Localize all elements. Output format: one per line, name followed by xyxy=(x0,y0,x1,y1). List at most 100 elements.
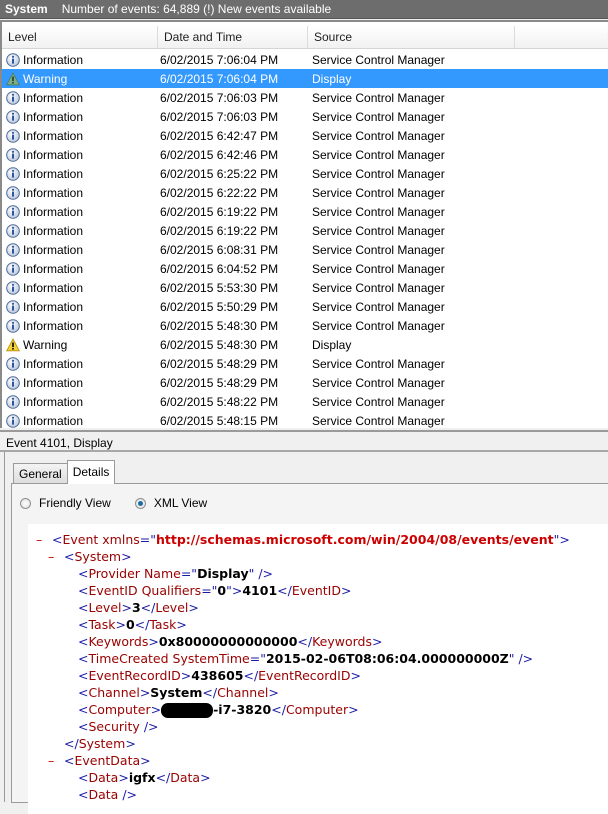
event-source-cell: Service Control Manager xyxy=(312,52,445,67)
event-level-text: Warning xyxy=(23,337,68,352)
event-level-text: Information xyxy=(23,299,84,314)
event-level-text: Information xyxy=(23,375,84,390)
event-level-text: Information xyxy=(23,147,84,162)
event-level-cell: Information xyxy=(2,243,158,257)
xml-line-keywords: <Keywords>0x80000000000000</Keywords> xyxy=(78,634,383,649)
event-level-cell: Information xyxy=(2,224,158,238)
event-level-text: Information xyxy=(23,204,84,219)
info-icon xyxy=(6,128,20,143)
radio-button-on[interactable] xyxy=(134,497,146,509)
event-row[interactable]: Information 6/02/2015 5:48:29 PM Service C… xyxy=(2,354,608,373)
event-row[interactable]: Information 6/02/2015 5:50:29 PM Service C… xyxy=(2,297,608,316)
event-datetime-cell: 6/02/2015 5:48:30 PM xyxy=(160,318,279,333)
event-level-text: Information xyxy=(23,128,84,143)
info-icon xyxy=(6,375,20,390)
event-count-status[interactable]: Number of events: 64,889 (!) New events … xyxy=(62,2,331,16)
event-datetime-cell: 6/02/2015 5:48:15 PM xyxy=(160,413,279,428)
detail-tabs: General Details xyxy=(13,460,116,484)
channel-value: System xyxy=(150,685,203,700)
event-row[interactable]: Information 6/02/2015 5:53:30 PM Service C… xyxy=(2,278,608,297)
info-icon xyxy=(6,109,20,124)
event-level-cell: Information xyxy=(2,262,158,276)
event-row[interactable]: Information 6/02/2015 6:42:47 PM Service C… xyxy=(2,126,608,145)
info-icon xyxy=(6,52,20,67)
xml-line-system-close: </System> xyxy=(64,736,136,751)
event-row[interactable]: Information 6/02/2015 6:19:22 PM Service C… xyxy=(2,202,608,221)
event-list[interactable]: Level Date and Time Source E Information… xyxy=(0,20,608,428)
xml-line-system: – <System> xyxy=(48,548,132,565)
collapse-event-toggle[interactable]: – xyxy=(36,531,42,548)
info-icon xyxy=(6,299,20,314)
event-row[interactable]: Warning 6/02/2015 5:48:30 PM Display xyxy=(2,335,608,354)
xml-line-event: – <Event xmlns="http://schemas.microsoft… xyxy=(36,531,570,548)
event-level-cell: Information xyxy=(2,205,158,219)
event-level-text: Information xyxy=(23,413,84,428)
event-row[interactable]: Information 6/02/2015 6:42:46 PM Service C… xyxy=(2,145,608,164)
event-source-cell: Service Control Manager xyxy=(312,375,445,390)
event-datetime-cell: 6/02/2015 5:48:29 PM xyxy=(160,375,279,390)
event-source-cell: Service Control Manager xyxy=(312,166,445,181)
info-icon xyxy=(6,147,20,162)
event-datetime-cell: 6/02/2015 7:06:03 PM xyxy=(160,109,279,124)
info-icon xyxy=(6,280,20,295)
radio-button-off[interactable] xyxy=(20,497,31,509)
info-icon xyxy=(6,318,20,333)
xml-line-timecreated: <TimeCreated SystemTime="2015-02-06T08:0… xyxy=(78,651,534,666)
keywords-value: 0x80000000000000 xyxy=(158,634,298,649)
log-title-bar: System Number of events: 64,889 (!) New … xyxy=(0,0,608,19)
event-row[interactable]: Information 6/02/2015 6:19:22 PM Service C… xyxy=(2,221,608,240)
event-row[interactable]: Information 6/02/2015 7:06:03 PM Service C… xyxy=(2,107,608,126)
collapse-eventdata-toggle[interactable]: – xyxy=(48,752,54,769)
event-datetime-cell: 6/02/2015 5:48:22 PM xyxy=(160,394,279,409)
xml-line-eventid: <EventID Qualifiers="0">4101</EventID> xyxy=(78,583,352,598)
event-row[interactable]: Information 6/02/2015 5:48:29 PM Service C… xyxy=(2,373,608,392)
xml-line-provider: <Provider Name="Display" /> xyxy=(78,566,274,581)
event-row[interactable]: Information 6/02/2015 6:25:22 PM Service C… xyxy=(2,164,608,183)
column-header-event-id[interactable]: E xyxy=(515,26,608,48)
event-source-cell: Service Control Manager xyxy=(312,90,445,105)
xmlns-value: http://schemas.microsoft.com/win/2004/08… xyxy=(156,532,554,547)
event-level-cell: Warning xyxy=(2,72,158,86)
event-row[interactable]: Information 6/02/2015 5:48:22 PM Service C… xyxy=(2,392,608,411)
event-row[interactable]: Warning 6/02/2015 7:06:04 PM Display xyxy=(2,69,608,88)
friendly-view-radio[interactable]: Friendly View xyxy=(20,496,111,510)
column-header-date-time[interactable]: Date and Time xyxy=(158,26,308,48)
event-datetime-cell: 6/02/2015 5:48:29 PM xyxy=(160,356,279,371)
eventid-value: 4101 xyxy=(242,583,278,598)
event-level-cell: Information xyxy=(2,129,158,143)
event-source-cell: Service Control Manager xyxy=(312,242,445,257)
event-level-text: Information xyxy=(23,223,84,238)
event-level-cell: Information xyxy=(2,167,158,181)
event-row[interactable]: Information 6/02/2015 6:04:52 PM Service C… xyxy=(2,259,608,278)
event-row[interactable]: Information 6/02/2015 7:06:03 PM Service C… xyxy=(2,88,608,107)
tab-details[interactable]: Details xyxy=(66,460,116,484)
event-datetime-cell: 6/02/2015 6:19:22 PM xyxy=(160,204,279,219)
event-datetime-cell: 6/02/2015 7:06:04 PM xyxy=(160,52,279,67)
event-source-cell: Service Control Manager xyxy=(312,223,445,238)
xml-line-task: <Task>0</Task> xyxy=(78,617,187,632)
xml-line-data-2: <Data /> xyxy=(78,787,138,802)
collapse-system-toggle[interactable]: – xyxy=(48,548,54,565)
tab-general[interactable]: General xyxy=(13,463,68,484)
event-row[interactable]: Information 6/02/2015 5:48:15 PM Service C… xyxy=(2,411,608,428)
event-row[interactable]: Information 6/02/2015 6:22:22 PM Service C… xyxy=(2,183,608,202)
info-icon xyxy=(6,356,20,371)
column-header-level[interactable]: Level xyxy=(2,26,158,48)
xml-view-radio[interactable]: XML View xyxy=(134,496,207,510)
event-level-cell: Information xyxy=(2,395,158,409)
event-source-cell: Service Control Manager xyxy=(312,185,445,200)
event-row[interactable]: Information 6/02/2015 6:08:31 PM Service C… xyxy=(2,240,608,259)
event-datetime-cell: 6/02/2015 6:22:22 PM xyxy=(160,185,279,200)
xml-view-content[interactable]: – <Event xmlns="http://schemas.microsoft… xyxy=(28,524,608,814)
column-header-source[interactable]: Source xyxy=(308,26,515,48)
event-level-text: Information xyxy=(23,90,84,105)
event-datetime-cell: 6/02/2015 6:04:52 PM xyxy=(160,261,279,276)
event-source-cell: Service Control Manager xyxy=(312,204,445,219)
event-level-text: Information xyxy=(23,109,84,124)
info-icon xyxy=(6,185,20,200)
event-source-cell: Service Control Manager xyxy=(312,356,445,371)
event-source-cell: Service Control Manager xyxy=(312,261,445,276)
event-source-cell: Service Control Manager xyxy=(312,299,445,314)
event-row[interactable]: Information 6/02/2015 5:48:30 PM Service C… xyxy=(2,316,608,335)
event-row[interactable]: Information 6/02/2015 7:06:04 PM Service C… xyxy=(2,50,608,69)
